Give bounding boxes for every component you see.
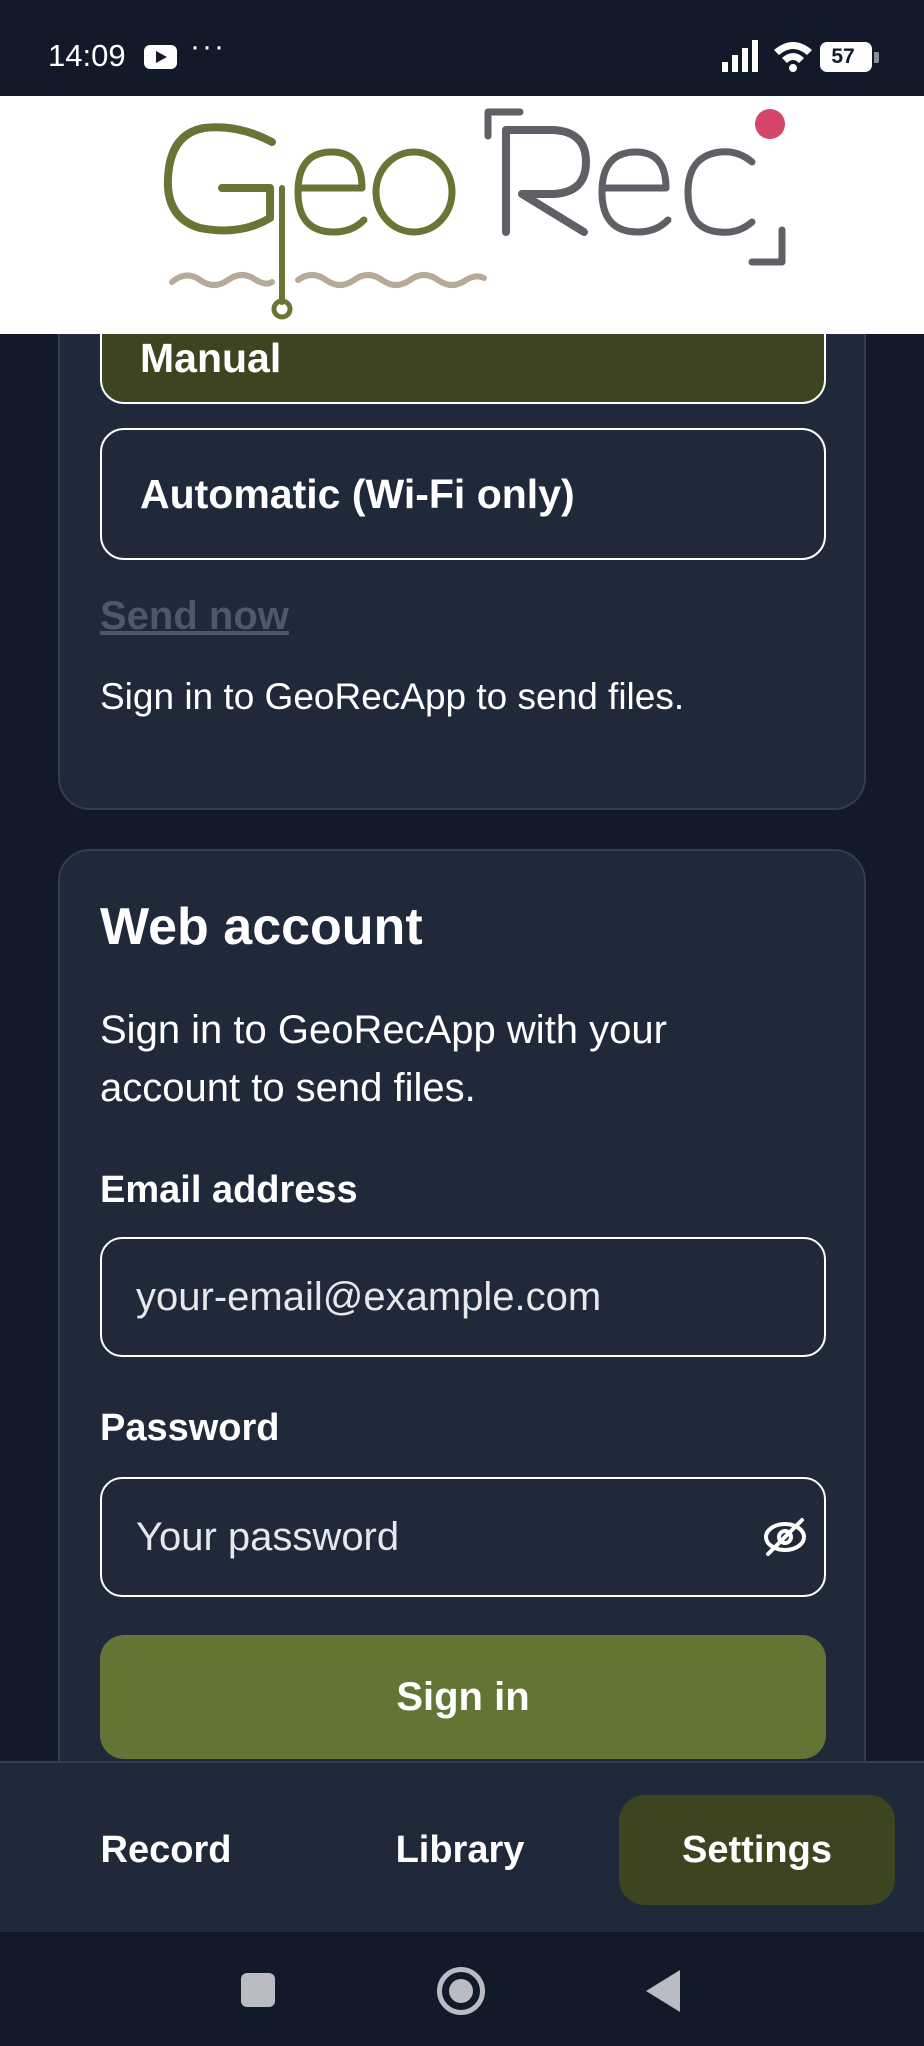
system-nav-bar <box>0 1932 924 2046</box>
app-header <box>0 96 924 334</box>
youtube-icon <box>144 45 177 69</box>
recents-icon[interactable] <box>241 1973 275 2007</box>
more-dots-icon: ··· <box>190 30 226 63</box>
status-bar: 14:09 ··· 57 <box>0 0 924 96</box>
app-screen: 14:09 ··· 57 Manual Automatic (Wi-Fi onl… <box>0 0 924 2046</box>
wifi-icon <box>774 42 812 72</box>
settings-scroll-area[interactable]: Manual Automatic (Wi-Fi only) Send now S… <box>0 334 924 1761</box>
tab-record[interactable]: Record <box>28 1795 304 1905</box>
web-account-card: Web account Sign in to GeoRecApp with yo… <box>58 849 866 1761</box>
bottom-nav: Record Library Settings <box>0 1761 924 1932</box>
signal-icon <box>722 40 758 72</box>
password-label: Password <box>100 1407 280 1449</box>
sign-in-button[interactable]: Sign in <box>100 1635 826 1759</box>
eye-off-icon[interactable] <box>762 1515 808 1559</box>
option-automatic-wifi[interactable]: Automatic (Wi-Fi only) <box>100 428 826 560</box>
option-manual[interactable]: Manual <box>100 334 826 404</box>
send-hint-text: Sign in to GeoRecApp to send files. <box>100 676 685 717</box>
web-account-title: Web account <box>100 898 423 956</box>
web-account-description: Sign in to GeoRecApp with your account t… <box>100 1008 667 1110</box>
email-field[interactable] <box>100 1237 826 1357</box>
battery-level: 57 <box>831 45 855 68</box>
send-now-link[interactable]: Send now <box>100 594 289 639</box>
status-time: 14:09 <box>48 38 126 73</box>
email-label: Email address <box>100 1169 358 1211</box>
password-field[interactable] <box>100 1477 826 1597</box>
battery-icon: 57 <box>820 42 879 72</box>
upload-mode-card: Manual Automatic (Wi-Fi only) Send now S… <box>58 334 866 810</box>
tab-library[interactable]: Library <box>322 1795 598 1905</box>
georec-logo <box>163 108 786 320</box>
tab-settings[interactable]: Settings <box>619 1795 895 1905</box>
back-icon[interactable] <box>646 1970 680 2012</box>
home-icon[interactable] <box>437 1967 485 2015</box>
